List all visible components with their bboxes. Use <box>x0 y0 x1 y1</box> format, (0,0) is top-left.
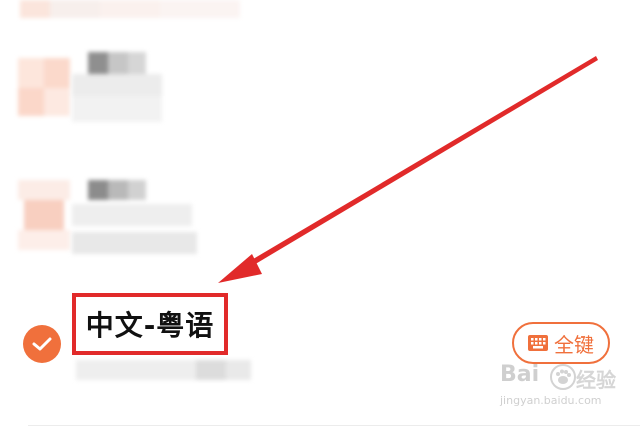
divider <box>28 425 640 426</box>
arrow-head <box>218 254 262 283</box>
blurred-list-item[interactable] <box>72 178 202 258</box>
blurred-item-icon <box>18 58 70 116</box>
watermark-brand-suffix: 经验 <box>576 368 616 392</box>
arrow-shaft <box>243 56 598 269</box>
blurred-item-top <box>20 0 240 18</box>
watermark-url: jingyan.baidu.com <box>500 394 602 407</box>
keyboard-icon <box>528 335 548 351</box>
blurred-language-subtitle <box>76 360 251 382</box>
watermark-brand: Bai <box>500 362 540 387</box>
selected-language-title[interactable]: 中文-粤语 <box>72 293 228 355</box>
language-list-screen: 中文-粤语 全键 Bai 经验 jingyan.baidu.com <box>0 0 640 430</box>
blurred-item-icon <box>18 180 70 250</box>
blurred-list-item[interactable] <box>72 48 167 126</box>
keyboard-layout-label: 全键 <box>554 332 594 357</box>
selected-check-icon[interactable] <box>23 325 61 363</box>
paw-icon <box>550 364 576 390</box>
baidu-jingyan-watermark: Bai 经验 jingyan.baidu.com <box>500 362 630 418</box>
checkmark-icon <box>32 337 52 351</box>
keyboard-layout-button[interactable]: 全键 <box>512 322 610 364</box>
